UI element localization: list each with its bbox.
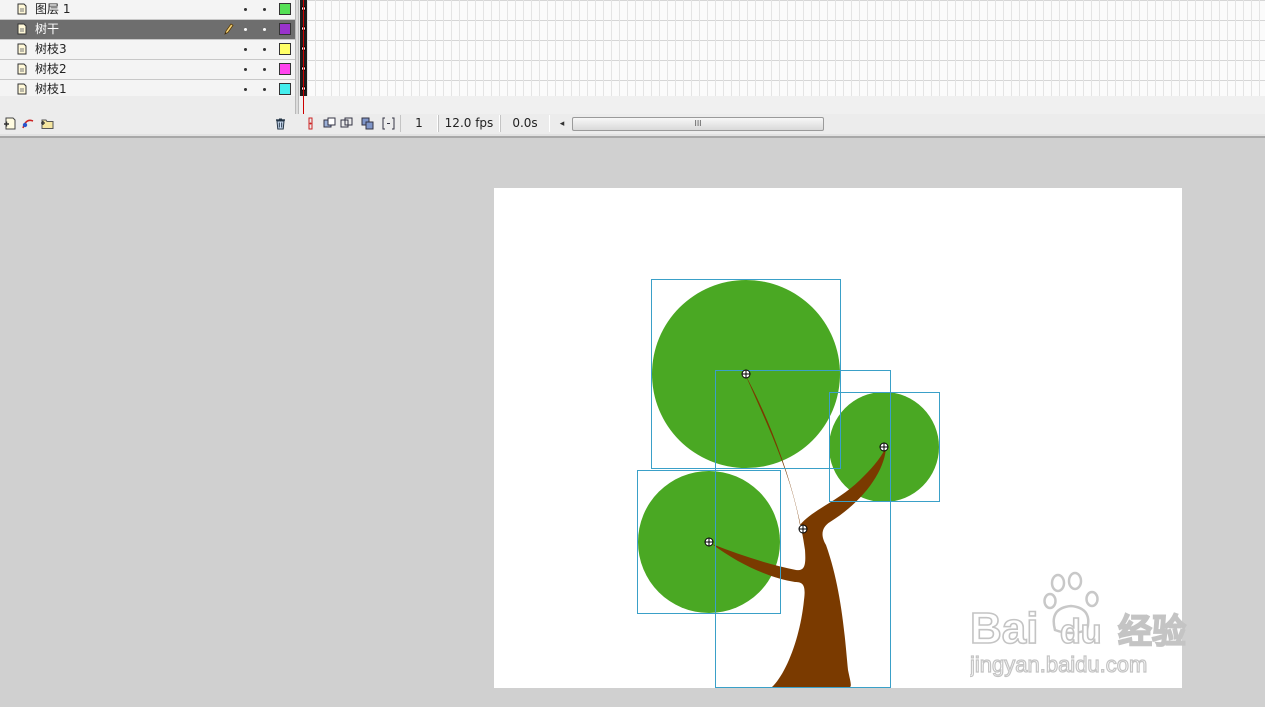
watermark-brand: Bai bbox=[970, 604, 1038, 653]
watermark-brand-suffix: du bbox=[1060, 613, 1102, 651]
registration-point-icon[interactable] bbox=[798, 524, 808, 534]
registration-point-icon[interactable] bbox=[704, 537, 714, 547]
registration-point-icon[interactable] bbox=[741, 369, 751, 379]
watermark-product: 经验 bbox=[1118, 612, 1186, 651]
baidu-jingyan-watermark: Bai du 经验 jingyan.baidu.com bbox=[970, 571, 1187, 678]
watermark-url: jingyan.baidu.com bbox=[970, 652, 1147, 677]
registration-point-icon[interactable] bbox=[879, 442, 889, 452]
